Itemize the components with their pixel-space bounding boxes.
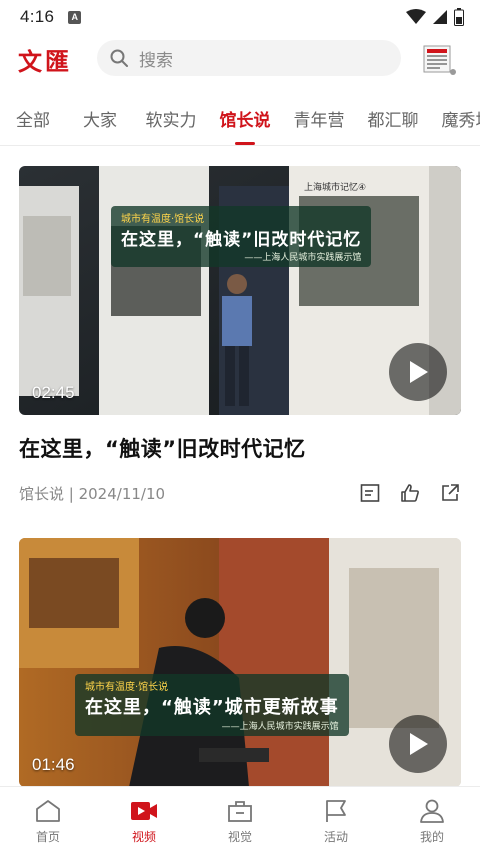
video-card[interactable]: 城市有温度·馆长说 在这里，“触读”城市更新故事 ——上海人民城市实践展示馆 0… [19, 538, 461, 786]
tab-all[interactable]: 全部 [0, 94, 66, 145]
nav-label: 我的 [419, 830, 444, 844]
play-button[interactable] [389, 715, 447, 773]
status-bar: 4:16 A [0, 0, 480, 34]
like-button[interactable] [399, 482, 421, 504]
caption-tag: 城市有温度·馆长说 [121, 214, 205, 225]
channel-tabs: 全部 大家 软实力 馆长说 青年营 都汇聊 魔秀场 [0, 94, 480, 146]
notification-badge-icon: A [68, 10, 82, 24]
user-icon [420, 799, 444, 823]
nav-label: 视频 [131, 830, 156, 844]
battery-icon [454, 8, 464, 26]
tab-curator-says[interactable]: 馆长说 [208, 94, 282, 145]
wifi-icon [406, 9, 426, 24]
status-icons [406, 8, 464, 26]
video-caption-overlay: 城市有温度·馆长说 在这里，“触读”城市更新故事 ——上海人民城市实践展示馆 [75, 674, 349, 736]
tab-label: 青年营 [293, 111, 345, 131]
caption-subtitle: ——上海人民城市实践展示馆 [244, 253, 362, 263]
video-thumbnail[interactable]: 上海城市记忆④ 城市有温度·馆长说 在这里，“触读”旧改时代记忆 ——上海人民城… [19, 166, 461, 415]
nav-label: 活动 [323, 830, 348, 844]
video-thumbnail[interactable]: 城市有温度·馆长说 在这里，“触读”城市更新故事 ——上海人民城市实践展示馆 0… [19, 538, 461, 786]
tab-label: 馆长说 [219, 111, 271, 131]
video-icon [131, 802, 157, 820]
video-actions [359, 482, 461, 504]
newspaper-icon [423, 45, 456, 75]
tab-city-chat[interactable]: 都汇聊 [356, 94, 430, 145]
search-input[interactable]: 搜索 [97, 40, 401, 76]
tab-youth-camp[interactable]: 青年营 [282, 94, 356, 145]
tab-label: 魔秀场 [441, 111, 480, 131]
share-button[interactable] [439, 482, 461, 504]
briefcase-icon [228, 801, 252, 822]
video-caption-overlay: 城市有温度·馆长说 在这里，“触读”旧改时代记忆 ——上海人民城市实践展示馆 [111, 206, 372, 267]
play-button[interactable] [389, 343, 447, 401]
tab-label: 大家 [83, 111, 117, 131]
nav-visual[interactable]: 视觉 [192, 787, 288, 855]
tab-dajia[interactable]: 大家 [66, 94, 134, 145]
flag-icon [326, 800, 346, 822]
search-icon [110, 49, 128, 67]
video-meta-row: 馆长说 | 2024/11/10 [19, 481, 461, 505]
video-duration: 02:45 [32, 383, 75, 402]
thumbs-up-icon [401, 484, 419, 502]
nav-video[interactable]: 视频 [96, 787, 192, 855]
play-icon [410, 361, 428, 383]
app-header: 文匯 搜索 [0, 34, 480, 84]
newspaper-button[interactable] [422, 42, 458, 76]
comment-button[interactable] [359, 482, 381, 504]
nav-profile[interactable]: 我的 [384, 787, 480, 855]
video-meta: 馆长说 | 2024/11/10 [19, 484, 166, 503]
tab-soft-power[interactable]: 软实力 [134, 94, 208, 145]
nav-events[interactable]: 活动 [288, 787, 384, 855]
caption-title: 在这里，“触读”城市更新故事 [85, 697, 339, 718]
status-time: 4:16 [20, 7, 55, 26]
caption-subtitle: ——上海人民城市实践展示馆 [221, 722, 339, 732]
tab-label: 都汇聊 [367, 111, 419, 131]
bottom-navigation: 首页 视频 视觉 活动 我的 [0, 786, 480, 855]
nav-home[interactable]: 首页 [0, 787, 96, 855]
comment-icon [360, 484, 380, 502]
share-icon [442, 484, 459, 501]
video-duration: 01:46 [32, 755, 75, 774]
tab-label: 软实力 [145, 111, 197, 131]
caption-tag: 城市有温度·馆长说 [85, 682, 169, 693]
tab-label: 全部 [16, 111, 50, 131]
video-feed[interactable]: 上海城市记忆④ 城市有温度·馆长说 在这里，“触读”旧改时代记忆 ——上海人民城… [0, 146, 480, 786]
nav-label: 视觉 [227, 830, 252, 844]
tab-magic-show[interactable]: 魔秀场 [430, 94, 480, 145]
video-title[interactable]: 在这里，“触读”旧改时代记忆 [19, 433, 461, 463]
search-placeholder: 搜索 [139, 50, 173, 71]
play-icon [410, 733, 428, 755]
nav-label: 首页 [35, 830, 60, 844]
board-caption: 上海城市记忆④ [304, 181, 366, 193]
cellular-signal-icon [433, 10, 447, 24]
video-card[interactable]: 上海城市记忆④ 城市有温度·馆长说 在这里，“触读”旧改时代记忆 ——上海人民城… [19, 166, 461, 505]
home-icon [36, 800, 60, 822]
caption-title: 在这里，“触读”旧改时代记忆 [121, 230, 362, 250]
app-logo[interactable]: 文匯 [18, 42, 72, 77]
